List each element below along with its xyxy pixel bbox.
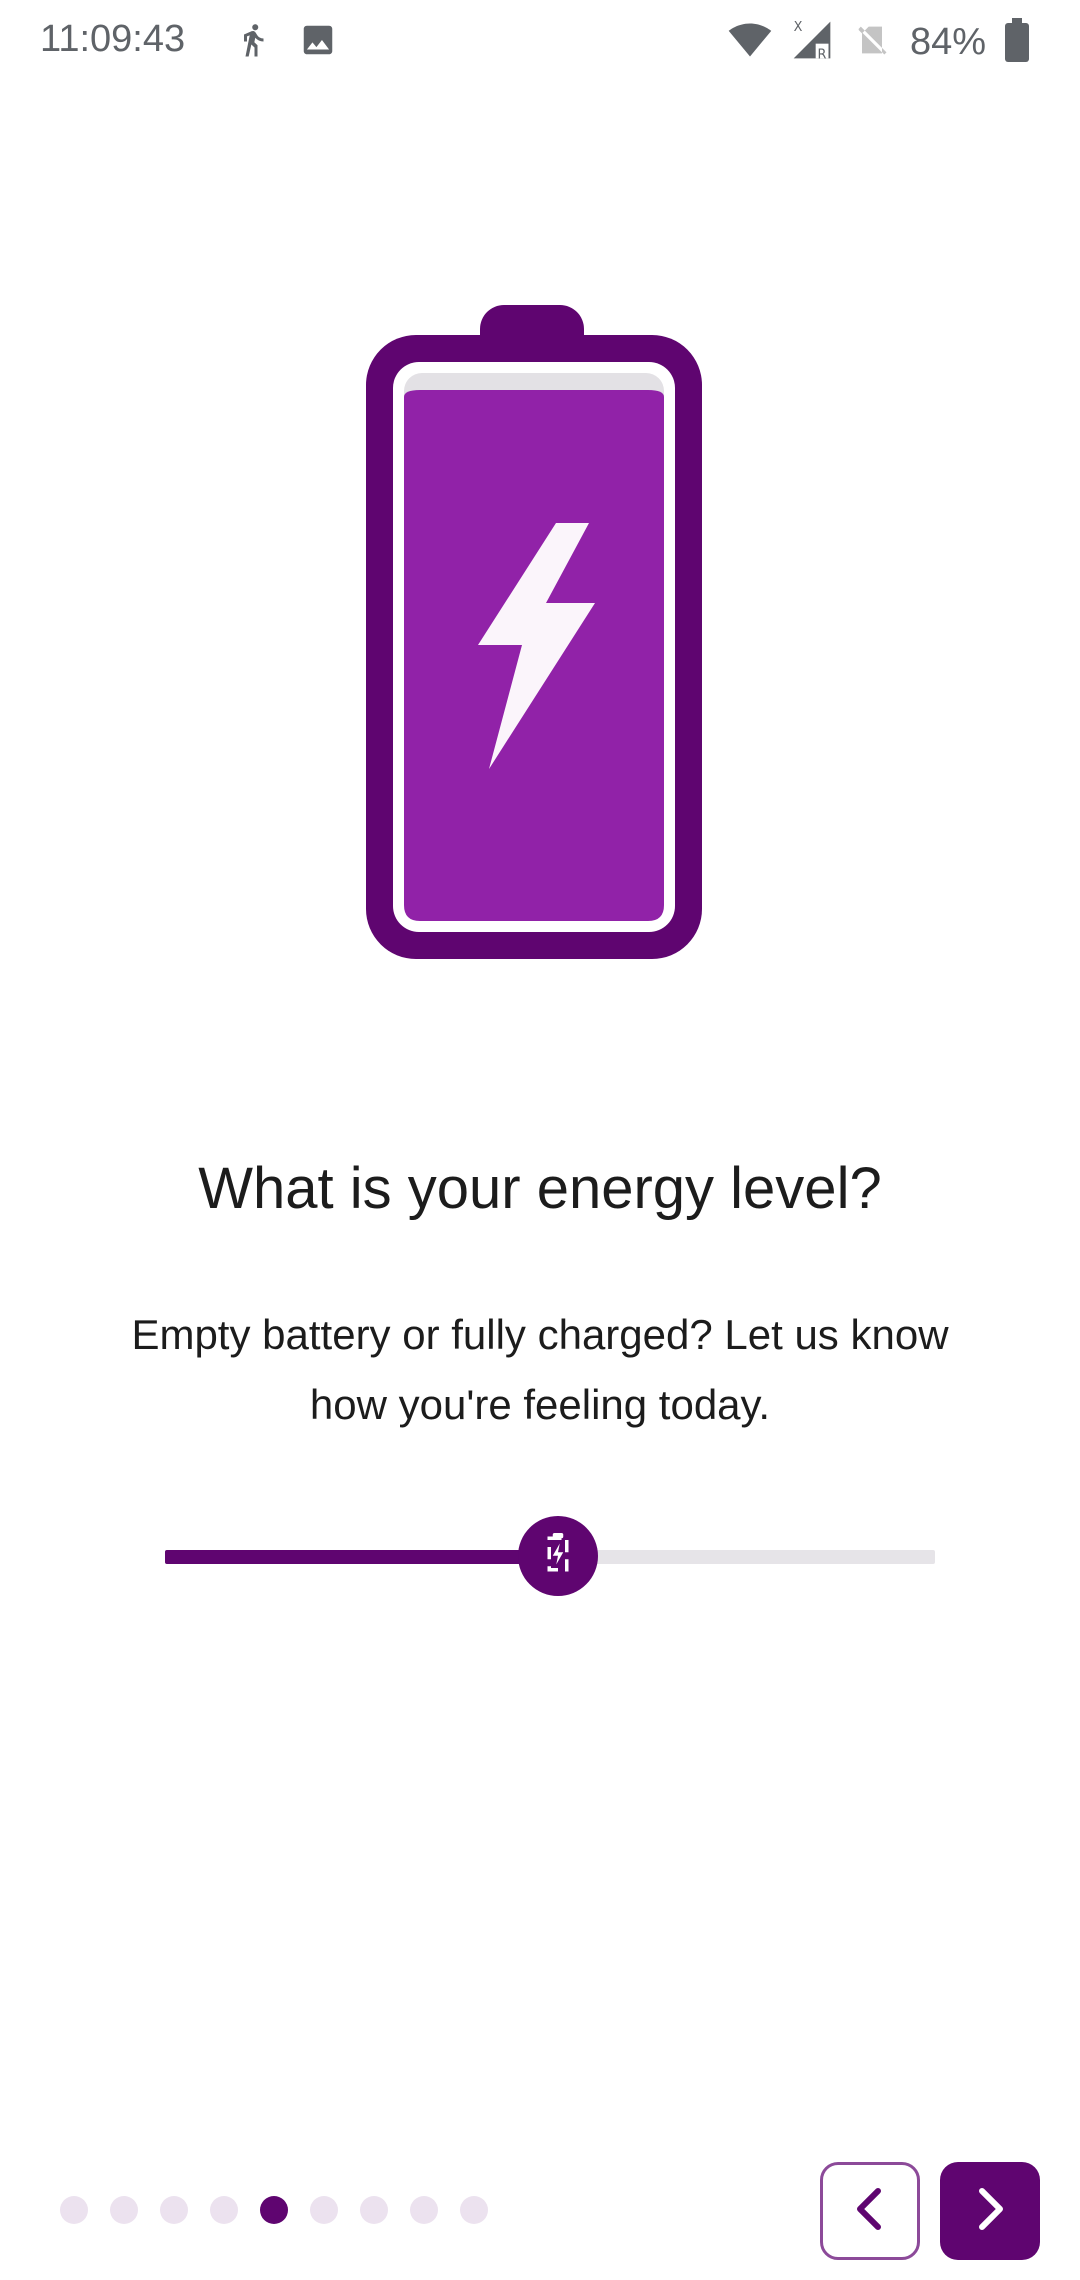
signal-icon: RX	[790, 18, 834, 67]
svg-text:R: R	[817, 47, 826, 62]
pager-dots	[60, 2196, 488, 2224]
no-sim-icon	[852, 18, 892, 67]
battery-charging-icon	[542, 1532, 574, 1580]
pager-dot	[310, 2196, 338, 2224]
pager-dot	[410, 2196, 438, 2224]
pager-dot-active	[260, 2196, 288, 2224]
back-button[interactable]	[820, 2162, 920, 2260]
image-icon	[299, 18, 337, 67]
next-button[interactable]	[940, 2162, 1040, 2260]
status-bar: 11:09:43 RX 84%	[0, 0, 1080, 84]
battery-charging-icon	[360, 305, 708, 965]
energy-slider[interactable]	[165, 1516, 935, 1596]
pager-dot	[110, 2196, 138, 2224]
chevron-right-icon	[970, 2185, 1010, 2238]
question-subtitle: Empty battery or fully charged? Let us k…	[131, 1311, 949, 1428]
chevron-left-icon	[850, 2185, 890, 2238]
wifi-icon	[728, 18, 772, 67]
pager-dot	[460, 2196, 488, 2224]
slider-fill	[165, 1550, 558, 1564]
pager-dot	[210, 2196, 238, 2224]
walking-icon	[235, 18, 271, 67]
pager-dot	[160, 2196, 188, 2224]
status-time: 11:09:43	[40, 18, 186, 60]
pager-dot	[60, 2196, 88, 2224]
pager-dot	[360, 2196, 388, 2224]
status-left-icons	[235, 18, 337, 67]
svg-text:X: X	[794, 20, 803, 35]
status-right-icons: RX 84%	[728, 18, 1030, 67]
battery-percent: 84%	[909, 21, 986, 63]
slider-thumb[interactable]	[518, 1516, 598, 1596]
battery-icon	[1004, 18, 1030, 67]
question-title: What is your energy level?	[198, 1156, 882, 1221]
